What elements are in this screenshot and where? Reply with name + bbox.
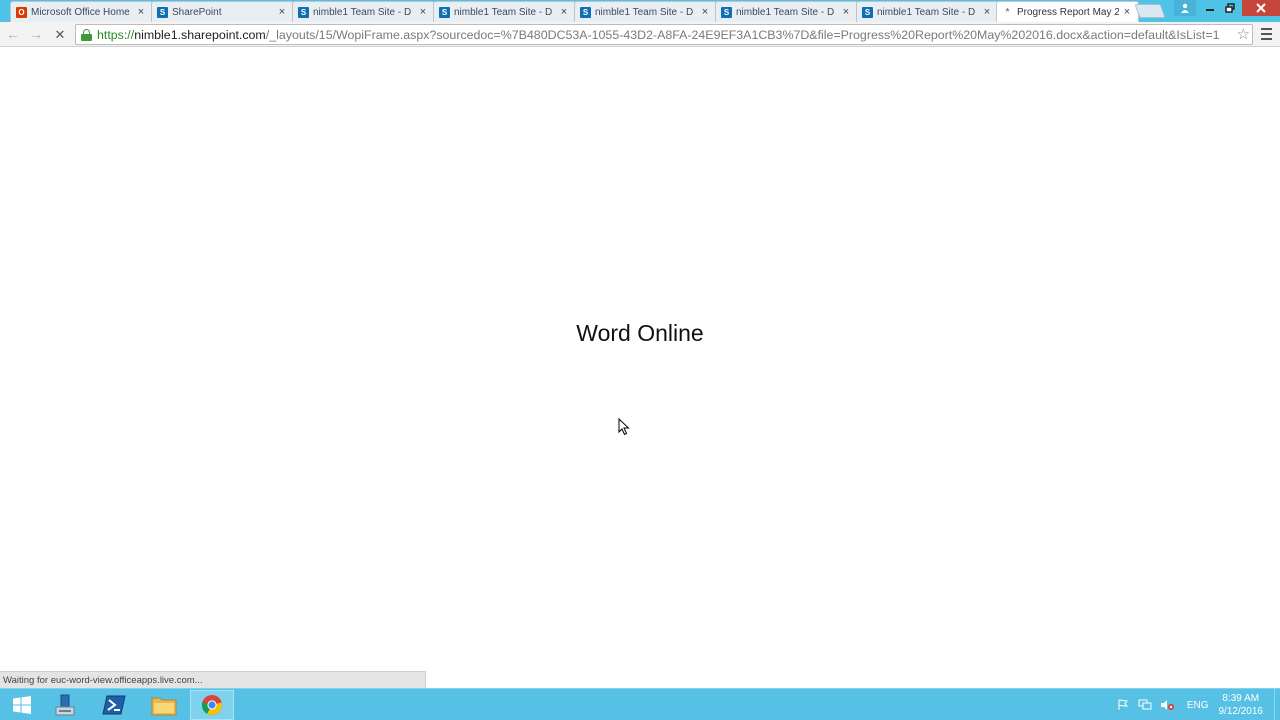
file-explorer-icon[interactable] [142,690,186,720]
url-scheme: https:// [97,27,135,42]
bookmark-star-icon[interactable]: ☆ [1237,25,1250,43]
language-indicator[interactable]: ENG [1187,700,1209,711]
forward-icon[interactable]: → [27,26,45,43]
close-window-icon[interactable] [1242,0,1280,16]
office-icon: O [16,6,27,18]
sharepoint-icon: S [157,6,168,18]
loading-icon: * [1005,6,1010,18]
clock-date: 9/12/2016 [1218,706,1264,717]
status-bubble: Waiting for euc-word-view.officeapps.liv… [0,671,426,688]
server-manager-icon[interactable] [43,690,87,720]
close-icon[interactable]: × [841,6,851,18]
sharepoint-icon: S [580,6,591,18]
powershell-icon[interactable] [92,690,136,720]
new-tab-button[interactable] [1134,4,1166,18]
minimize-icon[interactable] [1200,0,1220,16]
tab-label: nimble1 Team Site - D [454,6,553,18]
network-icon[interactable] [1137,697,1153,713]
sharepoint-icon: S [721,6,732,18]
system-tray: ENG 8:39 AM 9/12/2016 [1115,689,1280,720]
close-icon[interactable]: × [982,6,992,18]
tab-microsoft-office-home[interactable]: O Microsoft Office Home × [10,1,153,22]
tab-label: nimble1 Team Site - D [313,6,412,18]
tab-team-site-2[interactable]: S nimble1 Team Site - D × [433,1,576,22]
tab-team-site-5[interactable]: S nimble1 Team Site - D × [856,1,999,22]
user-icon[interactable] [1174,0,1196,16]
mouse-cursor-icon [618,417,630,441]
close-icon[interactable]: × [1122,6,1132,18]
restore-icon[interactable] [1220,0,1240,16]
loading-title: Word Online [576,320,704,346]
tab-label: SharePoint [172,6,222,18]
sharepoint-icon: S [439,6,450,18]
tab-label: Microsoft Office Home [31,6,130,18]
tab-label: nimble1 Team Site - D [877,6,976,18]
address-bar[interactable]: https://nimble1.sharepoint.com/_layouts/… [75,24,1253,45]
tab-label: nimble1 Team Site - D [736,6,835,18]
show-desktop-button[interactable] [1274,689,1280,720]
clock-time: 8:39 AM [1222,693,1260,704]
tab-team-site-1[interactable]: S nimble1 Team Site - D × [292,1,435,22]
close-icon[interactable]: × [559,6,569,18]
close-icon[interactable]: × [418,6,428,18]
chrome-icon[interactable] [190,690,234,720]
tab-team-site-3[interactable]: S nimble1 Team Site - D × [574,1,717,22]
back-icon[interactable]: ← [4,26,22,43]
volume-muted-icon[interactable] [1159,697,1175,713]
lock-icon [81,28,92,41]
tab-progress-report[interactable]: * Progress Report May 2 × [996,1,1139,22]
tab-strip: O Microsoft Office Home × S SharePoint ×… [0,0,1280,22]
tab-label: Progress Report May 2 [1017,6,1119,18]
action-center-flag-icon[interactable] [1115,697,1131,713]
tab-sharepoint[interactable]: S SharePoint × [151,1,294,22]
url-path: /_layouts/15/WopiFrame.aspx?sourcedoc=%7… [265,27,1220,42]
stop-icon[interactable]: ✕ [51,26,69,43]
tab-team-site-4[interactable]: S nimble1 Team Site - D × [715,1,858,22]
sharepoint-icon: S [862,6,873,18]
tab-label: nimble1 Team Site - D [595,6,694,18]
taskbar: ENG 8:39 AM 9/12/2016 [0,688,1280,720]
close-icon[interactable]: × [136,6,146,18]
sharepoint-icon: S [298,6,309,18]
clock[interactable]: 8:39 AM 9/12/2016 [1219,692,1264,718]
menu-icon[interactable] [1260,25,1274,43]
close-icon[interactable]: × [700,6,710,18]
url-host: nimble1.sharepoint.com [134,27,266,42]
page-content: Word Online [0,48,1280,688]
browser-toolbar: ← → ✕ https://nimble1.sharepoint.com/_la… [0,22,1280,47]
close-icon[interactable]: × [277,6,287,18]
start-icon[interactable] [0,690,44,720]
